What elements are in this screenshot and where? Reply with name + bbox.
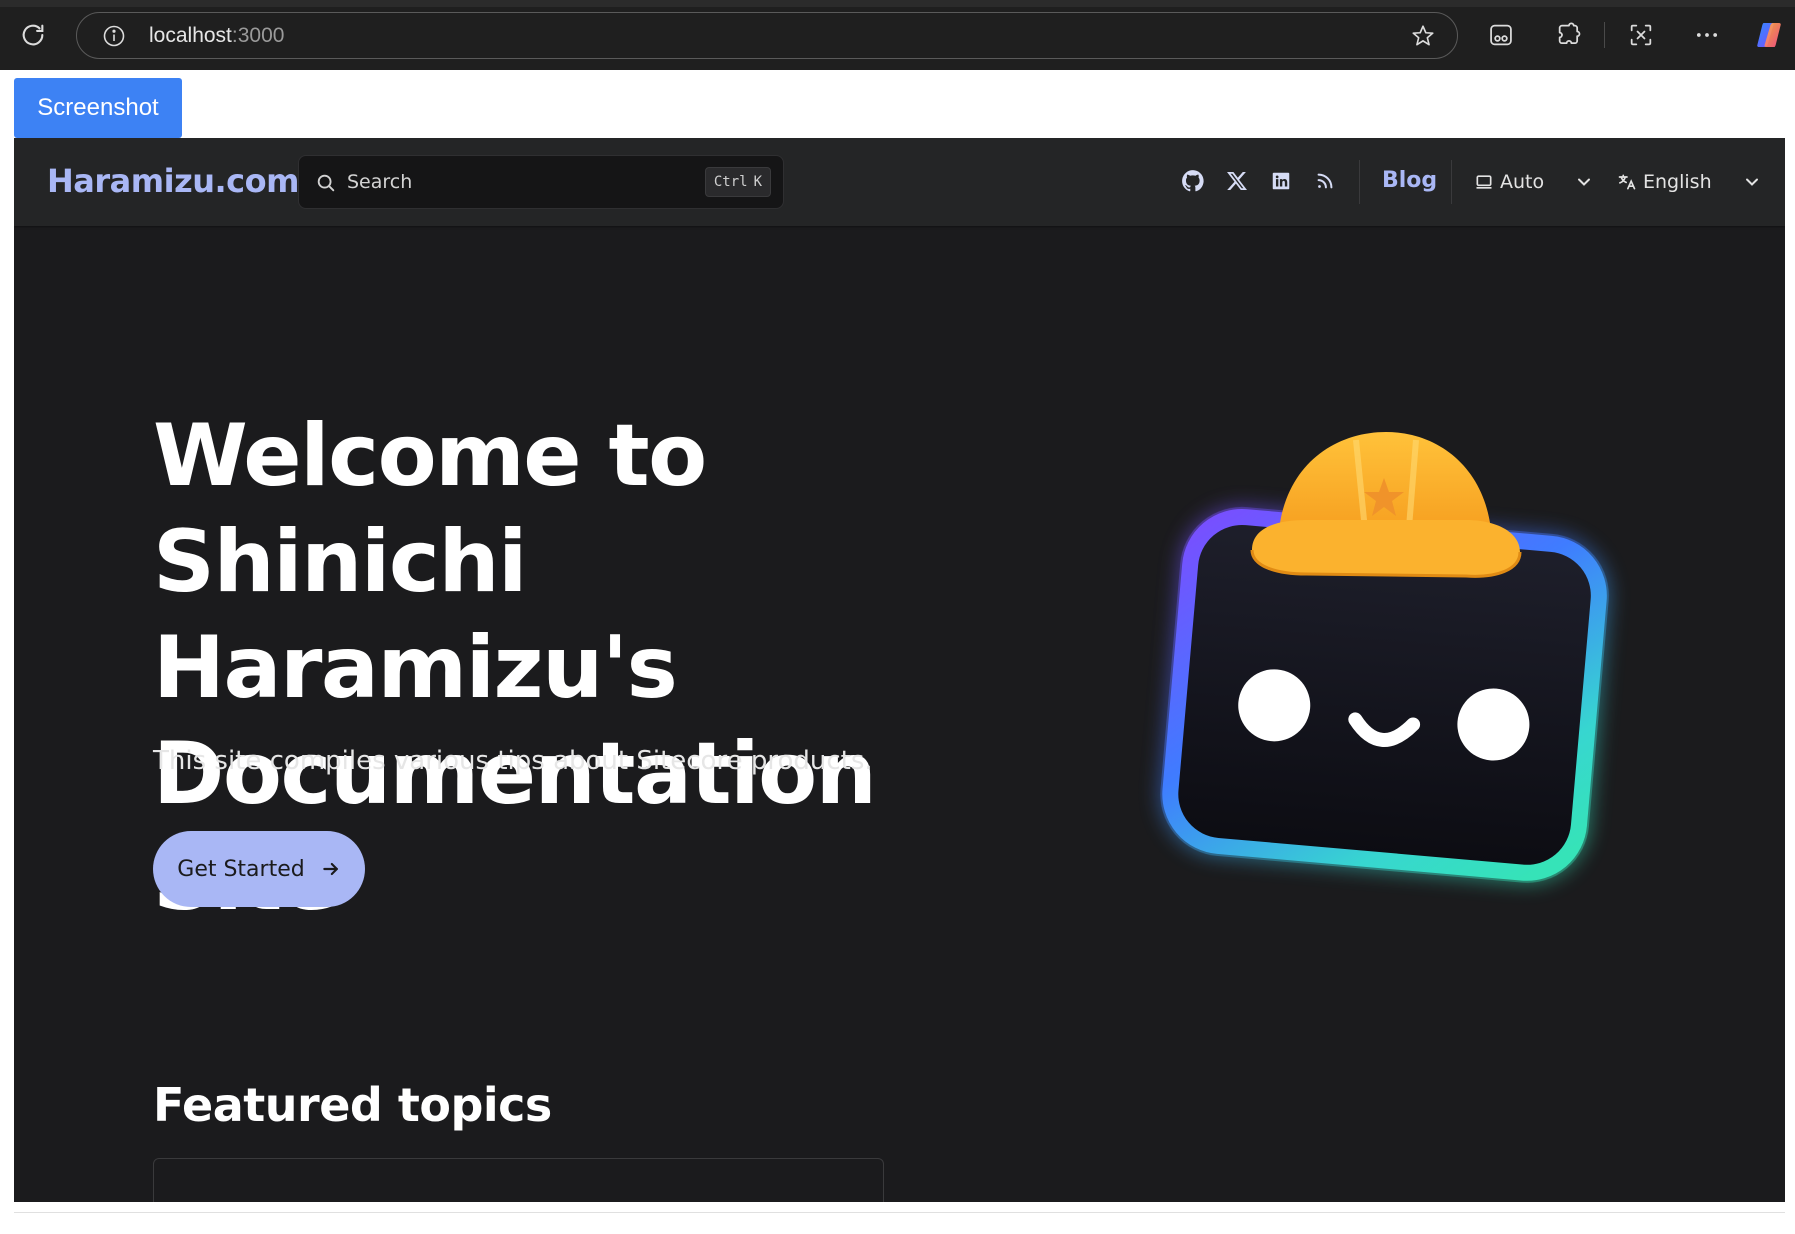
kbd-k: K (753, 174, 762, 190)
navbar-divider (1451, 160, 1452, 204)
theme-label: Auto (1500, 171, 1545, 193)
reload-icon[interactable] (16, 18, 50, 52)
get-started-label: Get Started (177, 856, 305, 882)
url-port: :3000 (231, 24, 285, 47)
page-bottom-divider (14, 1212, 1785, 1213)
chevron-down-icon (1578, 178, 1591, 186)
address-bar[interactable]: localhost:3000 (76, 12, 1458, 59)
github-icon[interactable] (1178, 166, 1208, 196)
site-info-icon[interactable] (101, 23, 127, 49)
hero-subtitle: This site compiles various tips about Si… (153, 746, 873, 776)
featured-topic-card[interactable] (153, 1158, 884, 1202)
extensions-icon[interactable] (1552, 18, 1586, 52)
language-label: English (1643, 171, 1712, 193)
search-button[interactable]: Search Ctrl K (298, 155, 784, 209)
screenshot-capture-icon[interactable] (1624, 18, 1658, 52)
toolbar-divider (1604, 22, 1605, 48)
search-placeholder: Search (347, 171, 413, 193)
get-started-button[interactable]: Get Started (153, 831, 365, 907)
theme-dropdown[interactable]: Auto (1474, 166, 1594, 198)
browser-toolbar: localhost:3000 (0, 0, 1795, 70)
copilot-icon[interactable] (1752, 18, 1786, 52)
search-icon (317, 174, 335, 192)
browser-top-strip (0, 0, 1795, 7)
navbar-divider (1359, 160, 1360, 204)
search-shortcut-badge: Ctrl K (704, 167, 771, 197)
language-dropdown[interactable]: English (1617, 166, 1762, 198)
more-options-icon[interactable] (1690, 18, 1724, 52)
kbd-ctrl: Ctrl (713, 174, 748, 190)
featured-topics-heading: Featured topics (153, 1078, 552, 1132)
blog-link[interactable]: Blog (1382, 168, 1437, 193)
x-twitter-icon[interactable] (1222, 166, 1252, 196)
arrow-right-icon (322, 862, 338, 876)
chevron-down-icon (1745, 178, 1758, 186)
mascot-illustration (1160, 432, 1609, 883)
screenshot-button[interactable]: Screenshot (14, 78, 182, 138)
site-navbar: Haramizu.com Search Ctrl K Blog Auto Eng… (14, 138, 1785, 226)
monitor-icon (1476, 175, 1492, 189)
reading-mode-icon[interactable] (1484, 18, 1518, 52)
url-host: localhost (149, 24, 232, 47)
docs-site: Haramizu.com Search Ctrl K Blog Auto Eng… (14, 138, 1785, 1202)
translate-icon (1618, 174, 1636, 190)
rss-icon[interactable] (1310, 166, 1340, 196)
favorite-star-icon[interactable] (1409, 22, 1437, 50)
linkedin-icon[interactable] (1266, 166, 1296, 196)
url-text[interactable]: localhost:3000 (149, 24, 284, 48)
site-brand-link[interactable]: Haramizu.com (47, 162, 299, 200)
